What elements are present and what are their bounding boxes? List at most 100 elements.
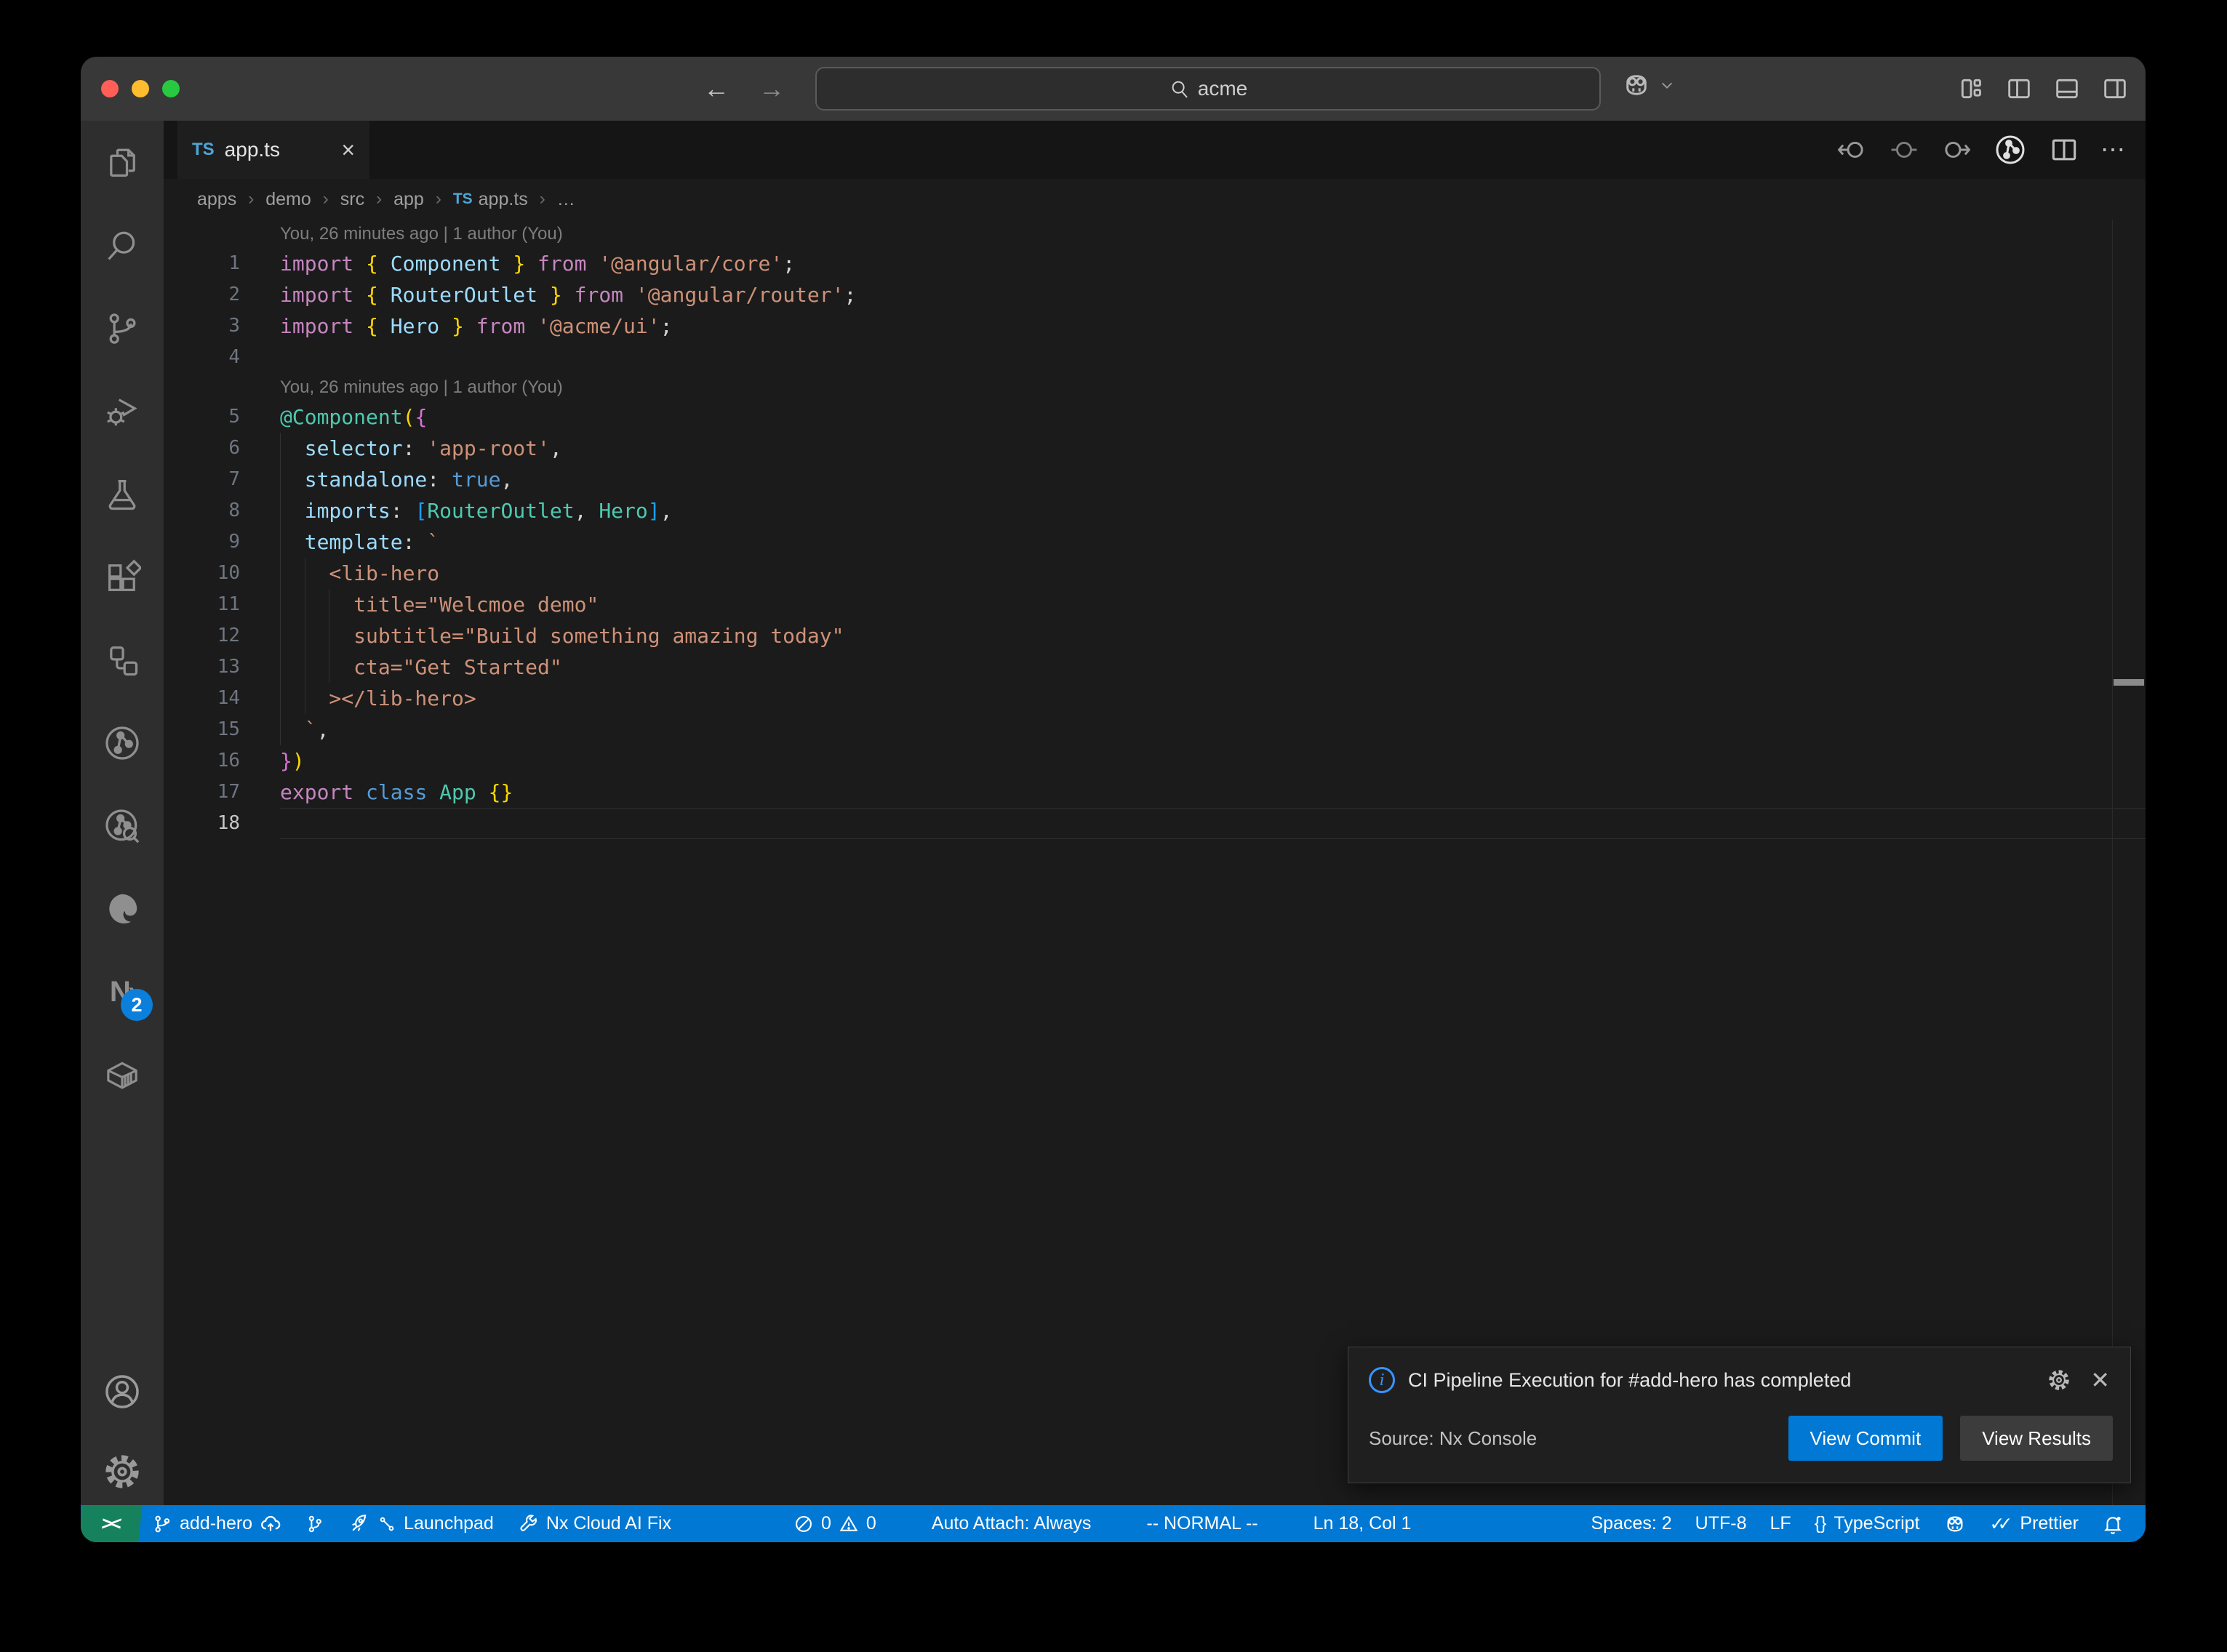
line-number: 15 [164, 714, 280, 745]
line-number: 9 [164, 526, 280, 558]
nx-project-graph-icon[interactable] [99, 720, 145, 766]
code-line: 9 template: ` [164, 526, 2146, 558]
braces-icon: {} [1815, 1513, 1827, 1534]
problems-status[interactable]: 0 0 [782, 1505, 888, 1542]
wrench-icon [517, 1513, 539, 1535]
code-line: 17export class App {} [164, 777, 2146, 808]
notification-close-icon[interactable]: ✕ [2090, 1366, 2110, 1394]
nx-graph-search-icon[interactable] [99, 803, 145, 849]
auto-attach-status[interactable]: Auto Attach: Always [920, 1505, 1103, 1542]
nx-project-details-icon[interactable] [1993, 132, 2028, 167]
line-number: 4 [164, 342, 280, 373]
nx-badge: 2 [121, 989, 153, 1021]
cursor-position-status[interactable]: Ln 18, Col 1 [1302, 1505, 1423, 1542]
tab-bar: TS app.ts × ⋯ [164, 121, 2146, 179]
code-line: 4 [164, 342, 2146, 373]
history-back-icon[interactable]: ← [703, 73, 729, 104]
indentation-status[interactable]: Spaces: 2 [1579, 1505, 1683, 1542]
indent-guide [280, 464, 281, 495]
nav-back-icon[interactable] [1836, 134, 1868, 166]
commit-graph-icon [305, 1514, 325, 1534]
code-line: 12 subtitle="Build something amazing tod… [164, 620, 2146, 651]
bell-icon [2102, 1513, 2124, 1535]
line-number: 8 [164, 495, 280, 526]
notifications-bell[interactable] [2090, 1505, 2135, 1542]
breadcrumb-item[interactable]: demo [265, 189, 311, 210]
nx-cloud-ai-fix-status[interactable]: Nx Cloud AI Fix [505, 1505, 683, 1542]
scrollbar-gutter[interactable] [2112, 220, 2113, 1505]
breadcrumb-item[interactable]: apps [197, 189, 236, 210]
source-control-icon[interactable] [99, 305, 145, 352]
warning-count: 0 [866, 1513, 876, 1534]
nav-current-icon[interactable] [1888, 134, 1920, 166]
language-status[interactable]: {} TypeScript [1803, 1505, 1932, 1542]
launchpad-status[interactable]: Launchpad [337, 1505, 505, 1542]
testing-icon[interactable] [99, 471, 145, 518]
breadcrumb-separator: › [376, 189, 382, 209]
nav-forward-icon[interactable] [1940, 134, 1972, 166]
run-debug-icon[interactable] [99, 388, 145, 435]
history-forward-icon[interactable]: → [759, 73, 785, 104]
explorer-icon[interactable] [99, 140, 145, 186]
toggle-primary-sidebar-icon[interactable] [2004, 74, 2034, 103]
code-editor[interactable]: You, 26 minutes ago | 1 author (You)1imp… [164, 220, 2146, 1505]
accounts-icon[interactable] [99, 1368, 145, 1415]
eol-status[interactable]: LF [1759, 1505, 1803, 1542]
close-tab-icon[interactable]: × [341, 137, 355, 164]
notification-title: CI Pipeline Execution for #add-hero has … [1408, 1369, 2034, 1392]
line-number: 5 [164, 401, 280, 433]
remote-indicator[interactable]: >< [81, 1505, 143, 1542]
commit-graph-status[interactable] [293, 1505, 337, 1542]
breadcrumb-item[interactable]: TSapp.ts [453, 189, 528, 210]
error-icon [793, 1514, 814, 1534]
cloud-upload-icon [260, 1513, 281, 1535]
code-line: 8 imports: [RouterOutlet, Hero], [164, 495, 2146, 526]
maximize-window-button[interactable] [162, 80, 180, 97]
customize-layout-icon[interactable] [1956, 74, 1986, 103]
notification-settings-icon[interactable] [2047, 1368, 2071, 1392]
typescript-file-icon: TS [453, 191, 473, 208]
copilot-menu[interactable] [1621, 70, 1675, 100]
breadcrumb-item[interactable]: src [340, 189, 364, 210]
view-results-button[interactable]: View Results [1960, 1416, 2113, 1461]
breadcrumb-separator: › [248, 189, 254, 209]
search-view-icon[interactable] [99, 222, 145, 269]
branch-status[interactable]: add-hero [140, 1505, 293, 1542]
command-center-search[interactable]: acme [815, 67, 1601, 111]
line-number: 18 [164, 808, 280, 839]
vim-mode-status[interactable]: -- NORMAL -- [1135, 1505, 1269, 1542]
code-line: 1import { Component } from '@angular/cor… [164, 248, 2146, 279]
status-bar: >< add-hero Launchpad Nx Cloud AI Fix 0 … [81, 1505, 2146, 1542]
encoding-status[interactable]: UTF-8 [1684, 1505, 1759, 1542]
edge-browser-icon[interactable] [99, 886, 145, 932]
git-branch-icon [152, 1514, 172, 1534]
minimize-window-button[interactable] [132, 80, 149, 97]
view-commit-button[interactable]: View Commit [1788, 1416, 1943, 1461]
split-editor-icon[interactable] [2048, 134, 2080, 166]
close-window-button[interactable] [101, 80, 119, 97]
copilot-status[interactable] [1932, 1505, 1978, 1542]
container-tools-icon[interactable] [99, 1051, 145, 1098]
toggle-panel-icon[interactable] [2052, 74, 2082, 103]
toggle-secondary-sidebar-icon[interactable] [2100, 74, 2130, 103]
error-count: 0 [821, 1513, 831, 1534]
line-number: 1 [164, 248, 280, 279]
breadcrumb-item[interactable]: app [393, 189, 424, 210]
formatter-status[interactable]: ✓✓ Prettier [1978, 1505, 2091, 1542]
indent-guide [280, 651, 281, 683]
extensions-icon[interactable] [99, 554, 145, 601]
nx-console-icon[interactable]: N› 2 [99, 969, 145, 1015]
code-line: 16}) [164, 745, 2146, 777]
line-number: 2 [164, 279, 280, 310]
more-actions-icon[interactable]: ⋯ [2100, 135, 2125, 164]
copilot-status-icon [1943, 1512, 1967, 1536]
breadcrumb-separator: › [323, 189, 329, 209]
hierarchy-icon[interactable] [99, 637, 145, 683]
launchpad-label: Launchpad [404, 1513, 494, 1534]
tab-app-ts[interactable]: TS app.ts × [177, 121, 369, 179]
code-line: 11 title="Welcmoe demo" [164, 589, 2146, 620]
breadcrumb-item[interactable]: … [557, 189, 575, 210]
formatter-label: Prettier [2020, 1513, 2079, 1534]
chevron-down-icon [1659, 77, 1675, 93]
settings-gear-icon[interactable] [99, 1448, 145, 1495]
